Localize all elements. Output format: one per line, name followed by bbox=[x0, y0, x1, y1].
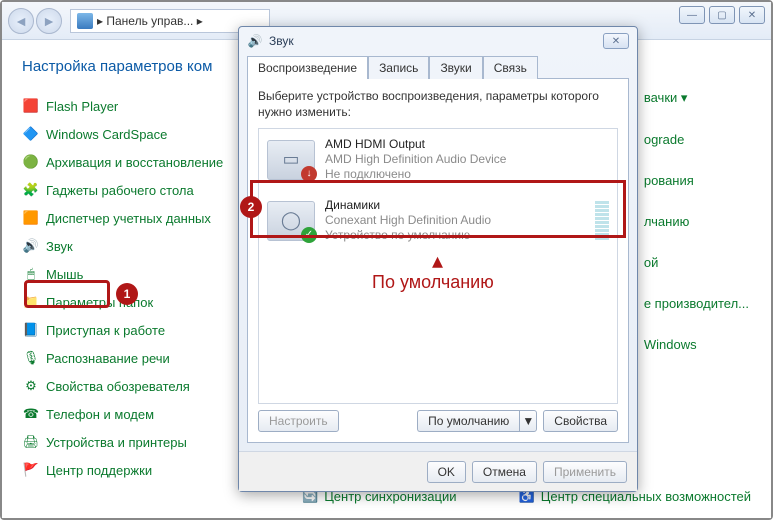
cp-item-label: Диспетчер учетных данных bbox=[46, 211, 211, 226]
cp-item-icon: 🟢 bbox=[22, 153, 40, 171]
annotation-highlight-sound bbox=[24, 280, 110, 308]
annotation-default-label: По умолчанию bbox=[372, 272, 494, 293]
apply-button[interactable]: Применить bbox=[543, 461, 627, 483]
right-column-hints: вачки ▾ ograde рования лчанию ой е производит… bbox=[644, 90, 749, 352]
cp-item-label: Windows CardSpace bbox=[46, 127, 167, 142]
cp-item[interactable]: 🚩 Центр поддержки bbox=[22, 461, 223, 479]
right-hint[interactable]: вачки ▾ bbox=[644, 90, 749, 106]
minimize-button[interactable]: — bbox=[679, 6, 705, 24]
cp-item[interactable]: 🔷 Windows CardSpace bbox=[22, 125, 223, 143]
control-panel-icon bbox=[77, 13, 93, 29]
configure-button[interactable]: Настроить bbox=[258, 410, 339, 432]
dialog-title-text: Звук bbox=[269, 34, 294, 48]
tab-Связь[interactable]: Связь bbox=[483, 56, 538, 79]
cp-item-label: Центр поддержки bbox=[46, 463, 152, 478]
device-driver: AMD High Definition Audio Device bbox=[325, 152, 506, 167]
cp-item-icon: ⚙ bbox=[22, 377, 40, 395]
right-hint[interactable]: Windows bbox=[644, 337, 749, 352]
cp-item-label: Приступая к работе bbox=[46, 323, 165, 338]
tab-Воспроизведение[interactable]: Воспроизведение bbox=[247, 56, 368, 79]
device-thumb: ▭ ↓ bbox=[267, 140, 315, 180]
cp-item[interactable]: 📘 Приступая к работе bbox=[22, 321, 223, 339]
annotation-badge-1: 1 bbox=[116, 283, 138, 305]
cp-item-icon: 🟧 bbox=[22, 209, 40, 227]
cp-item-label: Распознавание речи bbox=[46, 351, 170, 366]
cp-item-icon: 🔊 bbox=[22, 237, 40, 255]
dialog-tabs: ВоспроизведениеЗаписьЗвукиСвязь bbox=[239, 55, 637, 78]
ok-button[interactable]: OK bbox=[427, 461, 466, 483]
cp-item-label: Звук bbox=[46, 239, 73, 254]
cp-item-icon: 📘 bbox=[22, 321, 40, 339]
cp-item-label: Устройства и принтеры bbox=[46, 435, 187, 450]
cp-item-icon: 🧩 bbox=[22, 181, 40, 199]
cp-item-icon: ☎ bbox=[22, 405, 40, 423]
cp-item-icon: 🎙 bbox=[22, 349, 40, 367]
cp-item-label: Телефон и модем bbox=[46, 407, 154, 422]
speaker-icon: 🔊 bbox=[247, 33, 263, 49]
breadcrumb-text: Панель управ... bbox=[106, 14, 193, 28]
right-hint[interactable]: е производител... bbox=[644, 296, 749, 311]
annotation-badge-2: 2 bbox=[240, 196, 262, 218]
cp-item[interactable]: 🟥 Flash Player bbox=[22, 97, 223, 115]
cp-item[interactable]: ⚙ Свойства обозревателя bbox=[22, 377, 223, 395]
close-button[interactable]: ✕ bbox=[739, 6, 765, 24]
breadcrumb-sep: ▸ bbox=[97, 14, 103, 28]
cp-item[interactable]: 🔊 Звук bbox=[22, 237, 223, 255]
instruction-text: Выберите устройство воспроизведения, пар… bbox=[258, 89, 618, 120]
cp-item-label: Гаджеты рабочего стола bbox=[46, 183, 194, 198]
breadcrumb-sep2: ▸ bbox=[197, 14, 203, 28]
maximize-button[interactable]: ▢ bbox=[709, 6, 735, 24]
right-hint[interactable]: рования bbox=[644, 173, 749, 188]
set-default-button[interactable]: По умолчанию ▼ bbox=[417, 410, 537, 432]
dialog-close-button[interactable]: ✕ bbox=[603, 33, 629, 49]
cp-item-icon: 🟥 bbox=[22, 97, 40, 115]
device-name: AMD HDMI Output bbox=[325, 137, 506, 152]
tab-Запись[interactable]: Запись bbox=[368, 56, 429, 79]
annotation-arrow-icon: ▴ bbox=[432, 248, 443, 274]
cp-item[interactable]: 🟧 Диспетчер учетных данных bbox=[22, 209, 223, 227]
nav-back-button[interactable]: ◄ bbox=[8, 8, 34, 34]
right-hint[interactable]: ograde bbox=[644, 132, 749, 147]
cp-item[interactable]: 🟢 Архивация и восстановление bbox=[22, 153, 223, 171]
cp-item[interactable]: 🎙 Распознавание речи bbox=[22, 349, 223, 367]
cp-item[interactable]: 🖨 Устройства и принтеры bbox=[22, 433, 223, 451]
set-default-dropdown[interactable]: ▼ bbox=[519, 410, 537, 432]
annotation-highlight-device bbox=[250, 180, 626, 238]
cancel-button[interactable]: Отмена bbox=[472, 461, 537, 483]
tab-Звуки[interactable]: Звуки bbox=[429, 56, 482, 79]
cp-item-label: Flash Player bbox=[46, 99, 118, 114]
cp-item-icon: 🚩 bbox=[22, 461, 40, 479]
cp-item[interactable]: ☎ Телефон и модем bbox=[22, 405, 223, 423]
cp-item-icon: 🖨 bbox=[22, 433, 40, 451]
cp-item[interactable]: 🧩 Гаджеты рабочего стола bbox=[22, 181, 223, 199]
dialog-footer: OK Отмена Применить bbox=[239, 451, 637, 491]
nav-forward-button[interactable]: ► bbox=[36, 8, 62, 34]
right-hint[interactable]: ой bbox=[644, 255, 749, 270]
properties-button[interactable]: Свойства bbox=[543, 410, 618, 432]
cp-item-icon: 🔷 bbox=[22, 125, 40, 143]
cp-item-label: Архивация и восстановление bbox=[46, 155, 223, 170]
dialog-titlebar: 🔊 Звук ✕ bbox=[239, 27, 637, 55]
cp-item-label: Свойства обозревателя bbox=[46, 379, 190, 394]
right-hint[interactable]: лчанию bbox=[644, 214, 749, 229]
